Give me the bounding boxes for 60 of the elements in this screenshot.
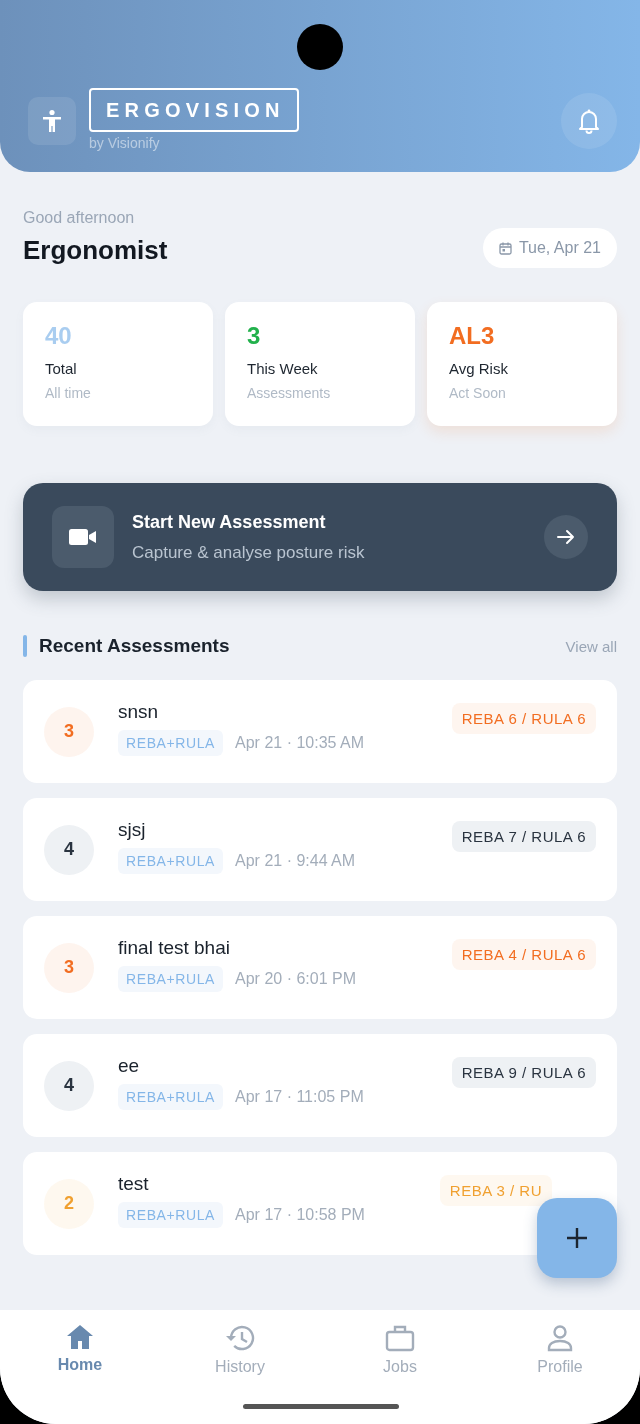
briefcase-icon [385,1324,415,1352]
person-icon [547,1324,573,1352]
action-level-badge: 4 [44,1060,94,1111]
stat-value: 40 [45,322,73,350]
bell-icon [577,108,601,134]
method-tag: REBA+RULA [118,966,224,992]
video-camera-icon [69,527,97,547]
assessment-card[interactable]: 3 final test bhai REBA+RULA Apr 20 · 6:01 PM REBA 4 / RULA 6 [23,916,617,1019]
method-tag: REBA+RULA [118,730,224,756]
stat-label: Total [45,360,78,377]
start-assessment-card[interactable]: Start New Assessment Capture & analyse posture risk [23,483,617,591]
score-tag: REBA 9 / RULA 6 [451,1057,596,1088]
greeting-text: Good afternoon [23,209,136,227]
assessment-time: Apr 21 · 10:35 AM [235,734,364,752]
method-tag: REBA+RULA [118,1202,224,1228]
score-tag: REBA 7 / RULA 6 [451,821,596,852]
accessibility-figure-icon [41,109,63,133]
stat-value: 3 [247,322,262,350]
assessment-card[interactable]: 3 snsn REBA+RULA Apr 21 · 10:35 AM REBA 6 / RULA 6 [23,680,617,783]
date-chip: Tue, Apr 21 [482,228,617,268]
assessment-name: test [118,1173,150,1195]
stat-label: This Week [247,360,319,377]
user-name: Ergonomist [23,235,168,266]
arrow-right-icon [557,529,575,545]
score-tag: REBA 4 / RULA 6 [451,939,596,970]
assessment-card[interactable]: 4 ee REBA+RULA Apr 17 · 11:05 PM REBA 9 / RULA 6 [23,1034,617,1137]
assessment-name: final test bhai [118,937,231,959]
assessment-name: sjsj [118,819,147,841]
score-tag: REBA 3 / RU [439,1175,552,1206]
assessment-time: Apr 21 · 9:44 AM [235,852,356,870]
assessment-time: Apr 17 · 11:05 PM [235,1088,364,1106]
stat-caption: Assessments [247,385,332,401]
history-icon [225,1324,255,1352]
home-icon [66,1324,94,1350]
action-level-badge: 3 [44,706,94,757]
assessment-name: ee [118,1055,141,1077]
card-title: Start New Assessment [132,511,327,533]
assessment-name: snsn [118,701,160,723]
method-tag: REBA+RULA [118,848,224,874]
score-tag: REBA 6 / RULA 6 [451,703,596,734]
action-level-badge: 4 [44,824,94,875]
action-level-badge: 2 [44,1178,94,1229]
assessment-card[interactable]: 2 test REBA+RULA Apr 17 · 10:58 PM REBA 3 / RU [23,1152,617,1255]
stat-value: AL3 [449,322,496,350]
add-button[interactable] [537,1198,617,1278]
stat-caption: All time [45,385,92,401]
stat-label: Avg Risk [449,360,509,377]
assessment-card[interactable]: 4 sjsj REBA+RULA Apr 21 · 9:44 AM REBA 7 / RULA 6 [23,798,617,901]
method-tag: REBA+RULA [118,1084,224,1110]
brand-logo: ERGOVISION [89,88,299,132]
card-subtitle: Capture & analyse posture risk [132,542,366,563]
action-level-badge: 3 [44,942,94,993]
stat-caption: Act Soon [449,385,507,401]
plus-icon [566,1227,588,1249]
brand-byline: by Visionify [89,135,160,151]
assessment-time: Apr 17 · 10:58 PM [235,1206,365,1224]
assessment-time: Apr 20 · 6:01 PM [235,970,356,988]
nav-tab[interactable]: Home [57,1324,103,1376]
calendar-icon [498,241,512,255]
section-title: Recent Assessments [39,635,230,657]
